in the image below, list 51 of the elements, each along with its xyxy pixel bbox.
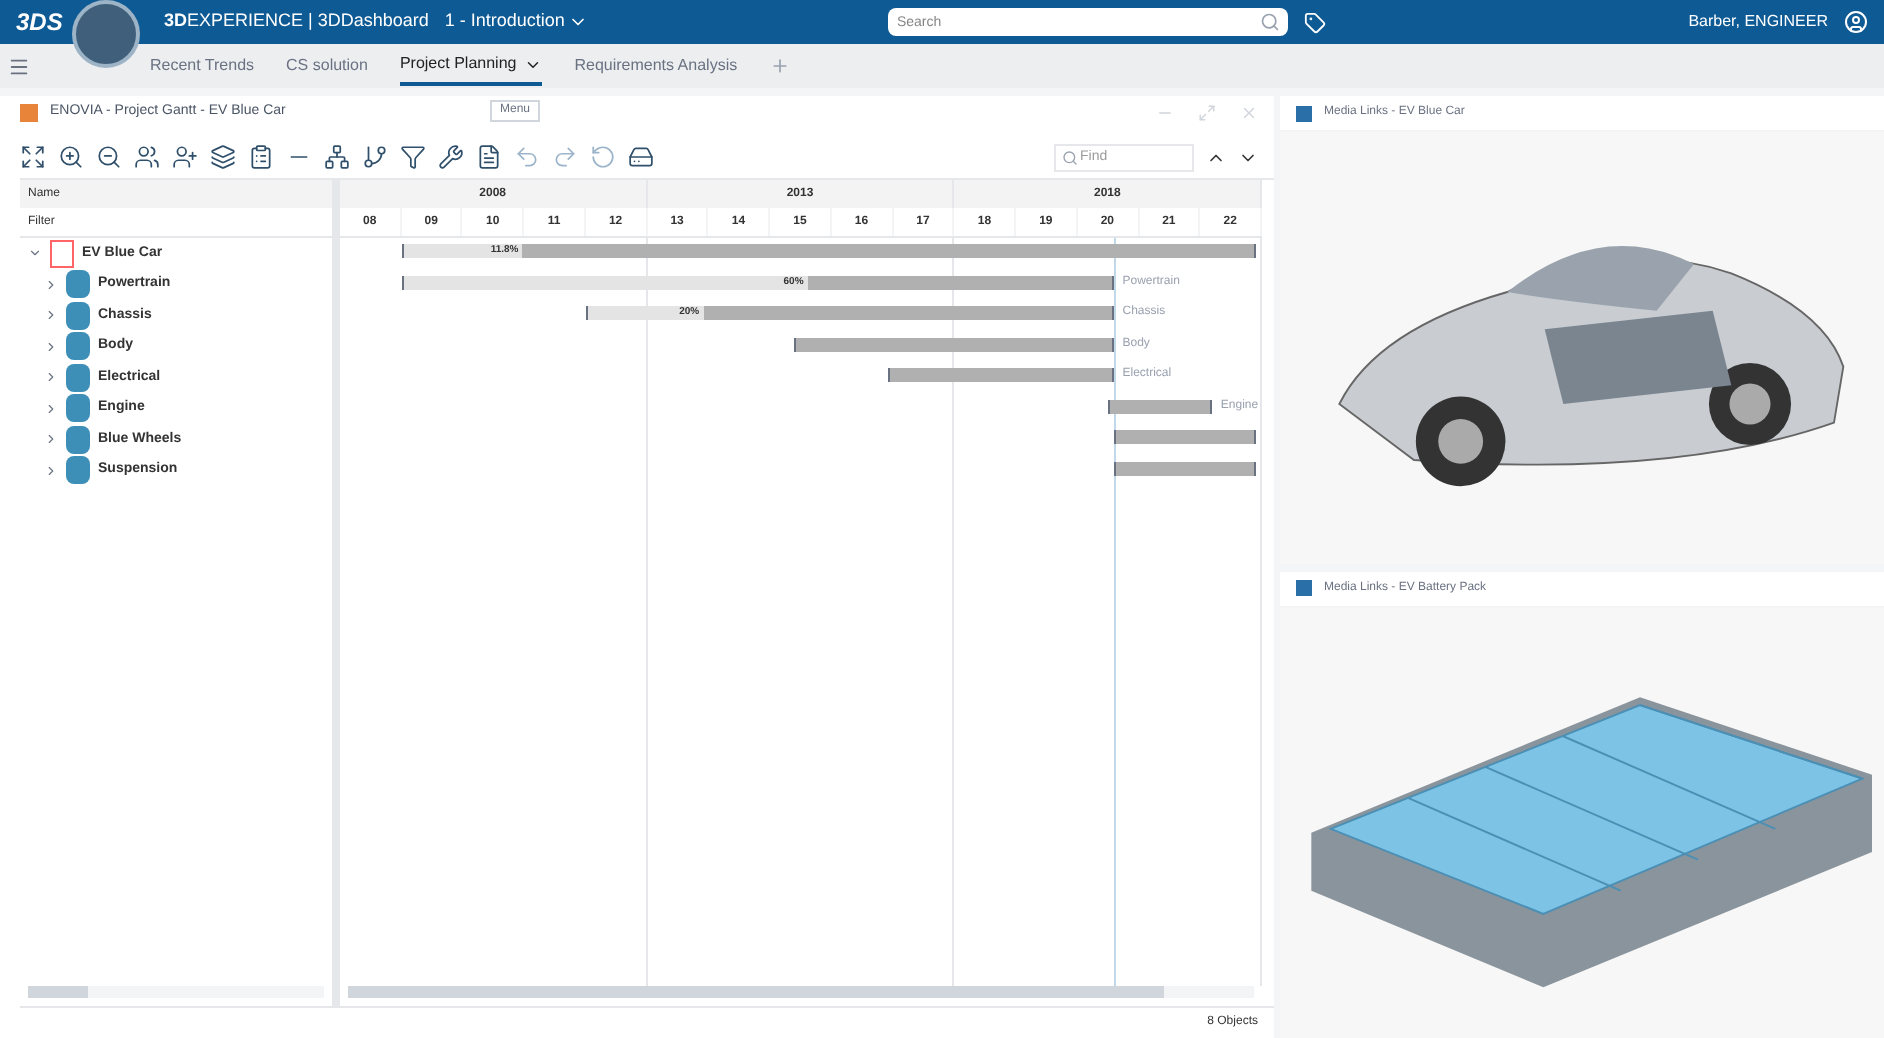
phase-icon: [66, 332, 90, 361]
dashboard-tab[interactable]: Recent Trends: [150, 46, 255, 86]
wrench-icon[interactable]: [438, 144, 464, 170]
gantt-bar[interactable]: [1114, 461, 1256, 475]
phase-icon: [66, 456, 90, 485]
filter-icon[interactable]: [400, 144, 426, 170]
phase-icon: [66, 363, 90, 392]
expand-toggle[interactable]: [44, 463, 58, 478]
network-icon[interactable]: [324, 144, 350, 170]
expand-toggle[interactable]: [44, 277, 58, 292]
expand-toggle[interactable]: [44, 370, 58, 385]
drive-icon[interactable]: [628, 144, 654, 170]
phase-icon: [66, 270, 90, 299]
menu-icon[interactable]: [8, 55, 30, 77]
layers-icon[interactable]: [210, 144, 236, 170]
user-name[interactable]: Barber, ENGINEER: [1688, 10, 1828, 34]
dashboard-tab[interactable]: Requirements Analysis: [574, 46, 738, 86]
user-icon[interactable]: [1844, 10, 1868, 34]
dashboard-tab[interactable]: CS solution: [286, 46, 368, 86]
expand-toggle[interactable]: [44, 308, 58, 323]
search-icon[interactable]: [1260, 12, 1281, 32]
expand-toggle[interactable]: [44, 339, 58, 354]
media-icon: [1296, 105, 1312, 121]
project-icon: [50, 239, 74, 268]
expand-toggle[interactable]: [44, 401, 58, 416]
compass-icon[interactable]: [72, 0, 140, 68]
dashboard-dropdown[interactable]: 1 - Introduction: [444, 8, 589, 36]
add-person-icon[interactable]: [172, 144, 198, 170]
zoom-in-icon[interactable]: [58, 144, 84, 170]
app-icon: [20, 103, 38, 121]
branch-icon[interactable]: [362, 144, 388, 170]
dashboard-tab[interactable]: Project Planning: [399, 46, 543, 86]
document-icon[interactable]: [476, 144, 502, 170]
scrollbar[interactable]: [348, 986, 1254, 998]
media-icon: [1296, 580, 1312, 596]
brand-logo: 3DS: [16, 6, 65, 40]
phase-icon: [66, 425, 90, 454]
gantt-bar[interactable]: [1108, 399, 1213, 413]
fit-view-icon[interactable]: [20, 144, 46, 170]
list-icon[interactable]: [248, 144, 274, 170]
tag-icon[interactable]: [1304, 11, 1327, 33]
search-icon: [1062, 149, 1078, 165]
phase-icon: [66, 301, 90, 330]
scrollbar[interactable]: [28, 986, 324, 998]
expand-toggle[interactable]: [28, 246, 42, 261]
phase-icon: [66, 394, 90, 423]
gantt-bar[interactable]: [1114, 430, 1256, 444]
zoom-out-icon[interactable]: [96, 144, 122, 170]
app-title: 3DEXPERIENCE | 3DDashboard: [164, 8, 429, 35]
people-icon[interactable]: [134, 144, 160, 170]
expand-toggle[interactable]: [44, 432, 58, 447]
